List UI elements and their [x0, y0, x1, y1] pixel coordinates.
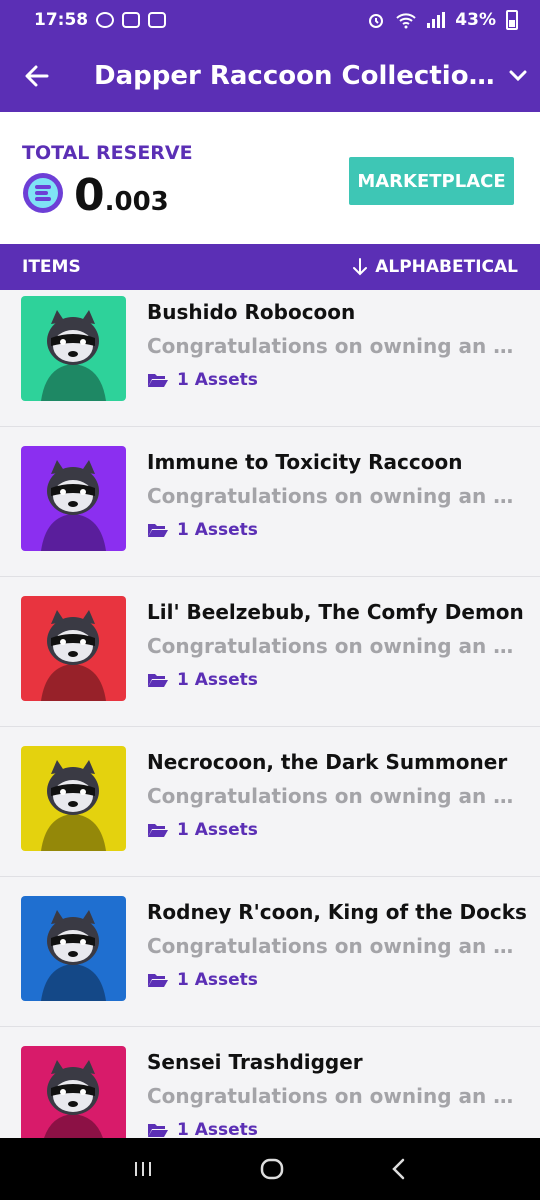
raccoon-avatar-icon — [41, 610, 106, 701]
item-name: Immune to Toxicity Raccoon — [147, 450, 463, 474]
folder-open-icon — [148, 824, 168, 837]
item-description: Congratulations on owning an e… — [147, 784, 519, 808]
item-description: Congratulations on owning an e… — [147, 484, 519, 508]
system-nav-bar — [0, 1138, 540, 1200]
item-description: Congratulations on owning an e… — [147, 1084, 519, 1108]
item-name: Rodney R'coon, King of the Docks — [147, 900, 527, 924]
item-thumbnail — [21, 296, 126, 401]
folder-open-icon — [148, 974, 168, 987]
items-list[interactable]: Bushido Robocoon Congratulations on owni… — [0, 290, 540, 1138]
raccoon-avatar-icon — [44, 1060, 103, 1138]
battery-percent: 43% — [455, 10, 496, 30]
item-assets[interactable]: 1 Assets — [147, 520, 258, 540]
raccoon-avatar-icon — [41, 310, 106, 401]
item-thumbnail — [21, 596, 126, 701]
list-item[interactable]: Rodney R'coon, King of the Docks Congrat… — [0, 878, 540, 1027]
signal-icon — [427, 12, 446, 28]
item-thumbnail — [21, 446, 126, 551]
item-assets[interactable]: 1 Assets — [147, 370, 258, 390]
folder-open-icon — [148, 1124, 168, 1137]
item-description: Congratulations on owning an e… — [147, 334, 519, 358]
list-item[interactable]: Necrocoon, the Dark Summoner Congratulat… — [0, 728, 540, 877]
folder-open-icon — [148, 374, 168, 387]
alarm-icon — [369, 14, 384, 28]
sort-button[interactable]: ALPHABETICAL — [353, 257, 518, 277]
reserve-panel: TOTAL RESERVE 0.003 MARKETPLACE — [0, 112, 540, 244]
item-thumbnail — [21, 1046, 126, 1138]
list-item[interactable]: Sensei Trashdigger Congratulations on ow… — [0, 1028, 540, 1138]
item-name: Lil' Beelzebub, The Comfy Demon — [147, 600, 524, 624]
item-assets-label: 1 Assets — [177, 820, 258, 840]
notification-icon — [96, 12, 115, 28]
item-assets[interactable]: 1 Assets — [147, 1120, 258, 1138]
arrow-down-icon — [353, 258, 368, 276]
item-description: Congratulations on owning an e… — [147, 934, 519, 958]
list-item[interactable]: Bushido Robocoon Congratulations on owni… — [0, 290, 540, 427]
list-item[interactable]: Immune to Toxicity Raccoon Congratulatio… — [0, 428, 540, 577]
status-bar: 17:58 43% — [0, 0, 540, 40]
home-icon[interactable] — [260, 1158, 284, 1180]
back-nav-icon[interactable] — [391, 1158, 407, 1180]
marketplace-button[interactable]: MARKETPLACE — [349, 157, 514, 205]
arrow-left-icon — [25, 65, 49, 87]
folder-open-icon — [148, 524, 168, 537]
item-assets[interactable]: 1 Assets — [147, 670, 258, 690]
wifi-icon — [396, 13, 416, 29]
raccoon-avatar-icon — [41, 460, 106, 551]
item-assets-label: 1 Assets — [177, 970, 258, 990]
sort-label: ALPHABETICAL — [375, 257, 518, 277]
item-assets-label: 1 Assets — [177, 370, 258, 390]
reserve-value-dec: .003 — [104, 187, 169, 217]
battery-icon — [506, 10, 518, 30]
item-assets[interactable]: 1 Assets — [147, 820, 258, 840]
list-item[interactable]: Lil' Beelzebub, The Comfy Demon Congratu… — [0, 578, 540, 727]
folder-open-icon — [148, 674, 168, 687]
item-assets[interactable]: 1 Assets — [147, 970, 258, 990]
item-assets-label: 1 Assets — [177, 1120, 258, 1138]
collection-dropdown-button[interactable] — [496, 40, 540, 112]
reserve-value: 0.003 — [74, 170, 169, 221]
app-notification-icon — [148, 12, 167, 28]
item-name: Bushido Robocoon — [147, 300, 356, 324]
item-assets-label: 1 Assets — [177, 670, 258, 690]
chevron-down-icon — [509, 70, 527, 82]
items-header: ITEMS ALPHABETICAL — [0, 244, 540, 290]
item-thumbnail — [21, 746, 126, 851]
app-bar: Dapper Raccoon Collection (… — [0, 40, 540, 112]
recent-apps-icon[interactable] — [133, 1159, 153, 1179]
gallery-icon — [122, 12, 141, 28]
raccoon-avatar-icon — [41, 910, 106, 1001]
item-name: Sensei Trashdigger — [147, 1050, 363, 1074]
reserve-label: TOTAL RESERVE — [22, 142, 193, 164]
raccoon-avatar-icon — [41, 760, 106, 851]
enjin-coin-icon — [23, 173, 63, 213]
status-time: 17:58 — [34, 10, 89, 30]
reserve-value-int: 0 — [74, 170, 105, 221]
item-assets-label: 1 Assets — [177, 520, 258, 540]
item-name: Necrocoon, the Dark Summoner — [147, 750, 508, 774]
page-title: Dapper Raccoon Collection (… — [94, 61, 496, 91]
back-button[interactable] — [0, 40, 74, 112]
item-description: Congratulations on owning an e… — [147, 634, 519, 658]
item-thumbnail — [21, 896, 126, 1001]
items-label: ITEMS — [22, 257, 81, 277]
